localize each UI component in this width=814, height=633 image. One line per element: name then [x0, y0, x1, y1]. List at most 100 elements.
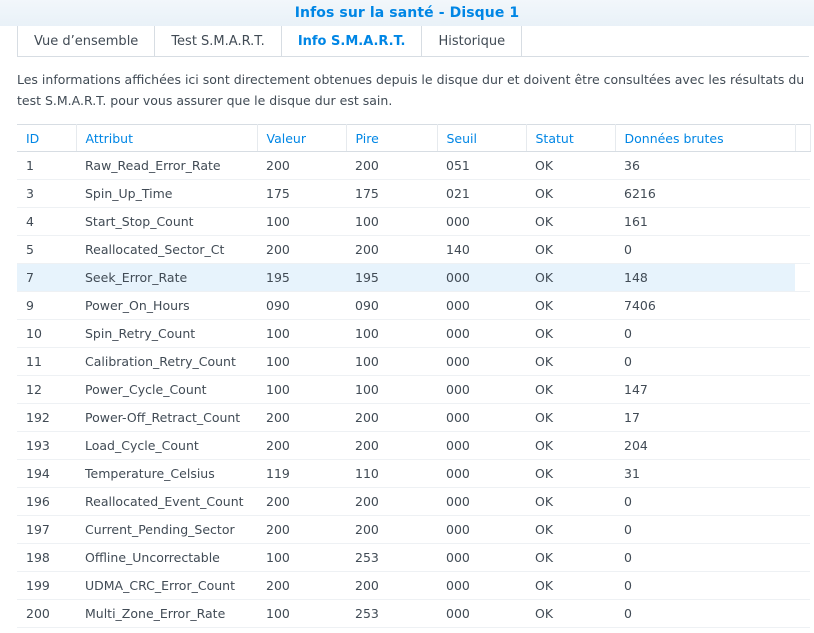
tab-smart-info[interactable]: Info S.M.A.R.T.	[282, 26, 423, 56]
cell-worst: 253	[346, 599, 437, 628]
cell-id: 12	[17, 375, 76, 404]
cell-value: 119	[257, 459, 346, 488]
cell-spacer	[795, 403, 810, 432]
column-header-status[interactable]: Statut	[526, 124, 616, 152]
column-header-threshold[interactable]: Seuil	[437, 124, 527, 152]
table-row[interactable]: 196 Reallocated_Event_Count 200 200 000 OK 0	[17, 487, 810, 516]
tab-overview[interactable]: Vue d’ensemble	[17, 26, 156, 56]
table-row[interactable]: 1 Raw_Read_Error_Rate 200 200 051 OK 36	[17, 151, 810, 180]
cell-raw-data: 0	[615, 543, 795, 572]
cell-raw-data: 0	[615, 319, 795, 348]
cell-value: 200	[257, 515, 346, 544]
cell-status: OK	[526, 571, 615, 600]
cell-status: OK	[526, 179, 615, 208]
cell-id: 4	[17, 207, 76, 236]
cell-threshold: 000	[437, 375, 526, 404]
cell-threshold: 000	[437, 263, 526, 292]
cell-spacer	[795, 151, 810, 180]
cell-value: 100	[257, 375, 346, 404]
cell-raw-data: 0	[615, 515, 795, 544]
cell-worst: 195	[346, 263, 437, 292]
cell-attribute: UDMA_CRC_Error_Count	[76, 571, 257, 600]
cell-status: OK	[526, 487, 615, 516]
table-row[interactable]: 192 Power-Off_Retract_Count 200 200 000 OK 17	[17, 403, 810, 432]
cell-value: 175	[257, 179, 346, 208]
cell-id: 200	[17, 599, 76, 628]
column-header-worst[interactable]: Pire	[346, 124, 438, 152]
cell-attribute: Power_Cycle_Count	[76, 375, 257, 404]
cell-id: 3	[17, 179, 76, 208]
cell-attribute: Temperature_Celsius	[76, 459, 257, 488]
cell-raw-data: 31	[615, 459, 795, 488]
cell-raw-data: 17	[615, 403, 795, 432]
description-text: Les informations affichées ici sont dire…	[17, 72, 805, 108]
tab-history[interactable]: Historique	[422, 26, 523, 56]
cell-id: 5	[17, 235, 76, 264]
cell-threshold: 000	[437, 599, 526, 628]
cell-status: OK	[526, 151, 615, 180]
table-row[interactable]: 194 Temperature_Celsius 119 110 000 OK 31	[17, 459, 810, 488]
cell-raw-data: 161	[615, 207, 795, 236]
cell-value: 090	[257, 291, 346, 320]
column-header-id[interactable]: ID	[17, 124, 77, 152]
column-header-raw-data[interactable]: Données brutes	[615, 124, 796, 152]
cell-attribute: Spin_Up_Time	[76, 179, 257, 208]
table-row[interactable]: 193 Load_Cycle_Count 200 200 000 OK 204	[17, 431, 810, 460]
cell-attribute: Load_Cycle_Count	[76, 431, 257, 460]
cell-worst: 253	[346, 543, 437, 572]
cell-status: OK	[526, 319, 615, 348]
table-row[interactable]: 199 UDMA_CRC_Error_Count 200 200 000 OK 0	[17, 571, 810, 600]
table-row[interactable]: 11 Calibration_Retry_Count 100 100 000 OK 0	[17, 347, 810, 376]
cell-worst: 200	[346, 431, 437, 460]
cell-id: 9	[17, 291, 76, 320]
cell-worst: 200	[346, 571, 437, 600]
cell-spacer	[795, 347, 810, 376]
table-row[interactable]: 7 Seek_Error_Rate 195 195 000 OK 148	[17, 263, 810, 292]
cell-attribute: Start_Stop_Count	[76, 207, 257, 236]
cell-id: 193	[17, 431, 76, 460]
column-header-attribute[interactable]: Attribut	[76, 124, 258, 152]
cell-spacer	[795, 431, 810, 460]
cell-threshold: 000	[437, 487, 526, 516]
cell-status: OK	[526, 207, 615, 236]
smart-table-container: ID Attribut Valeur Pire Seuil Statut Don…	[17, 124, 811, 628]
cell-id: 11	[17, 347, 76, 376]
cell-value: 100	[257, 207, 346, 236]
table-row[interactable]: 12 Power_Cycle_Count 100 100 000 OK 147	[17, 375, 810, 404]
cell-value: 100	[257, 599, 346, 628]
table-body: 1 Raw_Read_Error_Rate 200 200 051 OK 36 3 Spin_U…	[17, 151, 810, 628]
cell-raw-data: 0	[615, 487, 795, 516]
tab-smart-test[interactable]: Test S.M.A.R.T.	[155, 26, 282, 56]
table-row[interactable]: 3 Spin_Up_Time 175 175 021 OK 6216	[17, 179, 810, 208]
cell-spacer	[795, 599, 810, 628]
cell-spacer	[795, 375, 810, 404]
cell-raw-data: 0	[615, 571, 795, 600]
cell-id: 198	[17, 543, 76, 572]
cell-spacer	[795, 319, 810, 348]
cell-attribute: Reallocated_Sector_Ct	[76, 235, 257, 264]
cell-id: 10	[17, 319, 76, 348]
cell-attribute: Offline_Uncorrectable	[76, 543, 257, 572]
table-row[interactable]: 9 Power_On_Hours 090 090 000 OK 7406	[17, 291, 810, 320]
table-row[interactable]: 198 Offline_Uncorrectable 100 253 000 OK 0	[17, 543, 810, 572]
cell-status: OK	[526, 403, 615, 432]
cell-id: 1	[17, 151, 76, 180]
cell-id: 7	[17, 263, 76, 292]
cell-threshold: 000	[437, 515, 526, 544]
cell-worst: 200	[346, 403, 437, 432]
cell-spacer	[795, 515, 810, 544]
cell-worst: 090	[346, 291, 437, 320]
cell-value: 200	[257, 235, 346, 264]
table-row[interactable]: 200 Multi_Zone_Error_Rate 100 253 000 OK 0	[17, 599, 810, 628]
cell-value: 195	[257, 263, 346, 292]
table-row[interactable]: 197 Current_Pending_Sector 200 200 000 OK 0	[17, 515, 810, 544]
cell-status: OK	[526, 347, 615, 376]
cell-id: 197	[17, 515, 76, 544]
cell-raw-data: 147	[615, 375, 795, 404]
table-row[interactable]: 4 Start_Stop_Count 100 100 000 OK 161	[17, 207, 810, 236]
cell-spacer	[795, 487, 810, 516]
column-header-value[interactable]: Valeur	[257, 124, 347, 152]
cell-threshold: 051	[437, 151, 526, 180]
table-row[interactable]: 10 Spin_Retry_Count 100 100 000 OK 0	[17, 319, 810, 348]
table-row[interactable]: 5 Reallocated_Sector_Ct 200 200 140 OK 0	[17, 235, 810, 264]
